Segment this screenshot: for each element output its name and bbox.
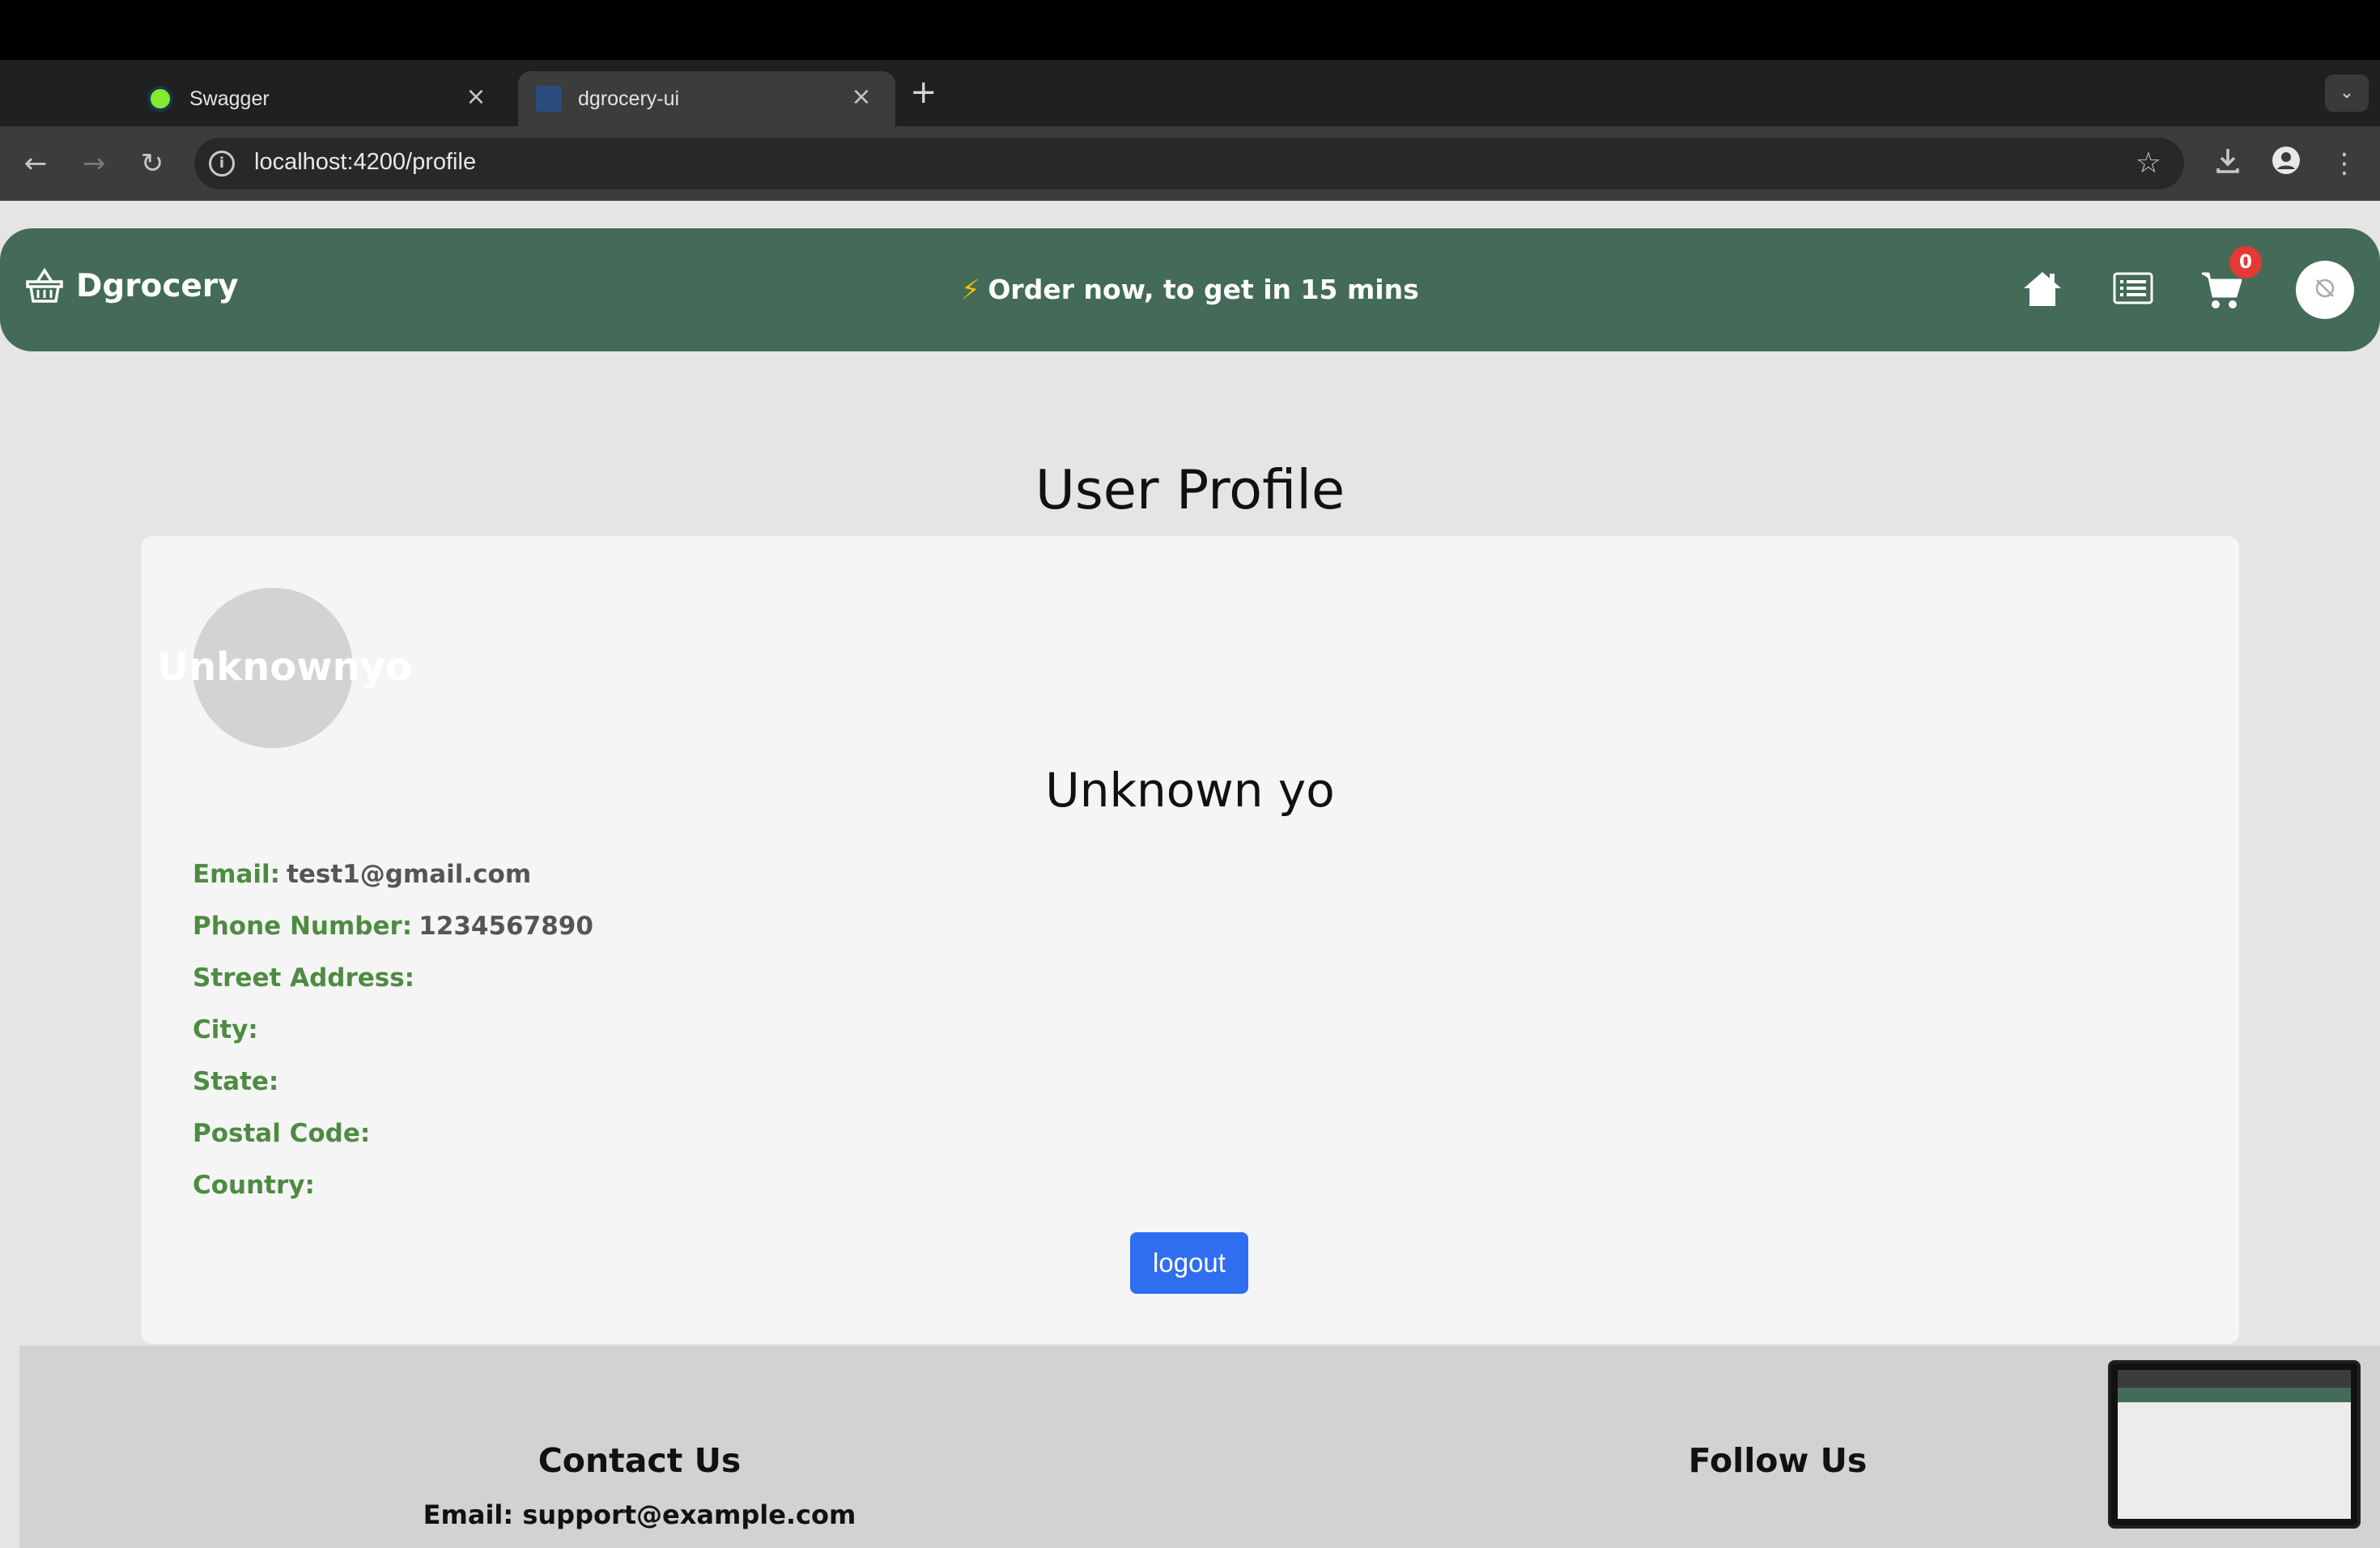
lightning-icon: ⚡ [961,274,980,305]
state-row: State: [193,1067,285,1096]
page-title: User Profile [1035,458,1345,521]
follow-heading: Follow Us [1688,1441,1868,1480]
cart-count-badge: 0 [2229,246,2262,279]
tab-search-chevron-icon[interactable]: ⌄ [2325,74,2369,112]
account-icon[interactable] [2267,144,2306,183]
tab-dgrocery-ui[interactable]: dgrocery-ui × [518,71,895,126]
forward-arrow-icon[interactable]: → [74,144,113,183]
cart-icon[interactable] [2200,270,2242,311]
email-value: test1@gmail.com [287,860,532,889]
city-row: City: [193,1015,265,1044]
close-tab-icon[interactable]: × [848,84,874,110]
tab-title: dgrocery-ui [578,87,680,110]
profile-avatar[interactable] [2296,261,2354,319]
close-tab-icon[interactable]: × [463,84,489,110]
preview-toolbar [2118,1370,2351,1388]
country-row: Country: [193,1171,321,1200]
postal-code-label: Postal Code: [193,1119,371,1148]
phone-value: 1234567890 [419,912,593,941]
site-info-icon[interactable]: i [209,151,235,176]
tab-title: Swagger [189,87,270,110]
user-name: Unknown yo [1045,763,1335,818]
dgrocery-favicon-icon [536,86,562,112]
street-row: Street Address: [193,963,421,993]
no-image-icon [2315,279,2335,298]
more-menu-icon[interactable]: ⋮ [2325,144,2364,183]
contact-email: Email: support@example.com [423,1499,856,1530]
footer: Contact Us Follow Us Email: support@exam… [19,1346,2380,1548]
tab-strip: Swagger × dgrocery-ui × [0,60,2380,126]
url-text[interactable]: localhost:4200/profile [254,149,476,176]
logout-button[interactable]: logout [1130,1232,1248,1294]
reload-icon[interactable]: ↻ [133,144,172,183]
state-label: State: [193,1067,279,1096]
avatar-alt-text: Unknownyo [157,644,412,690]
os-top-bar [0,0,2380,60]
browser-toolbar: ← → ↻ i localhost:4200/profile ☆ ⋮ [0,126,2380,201]
orders-list-icon[interactable] [2113,272,2153,304]
email-label: Email: [193,860,281,889]
phone-row: Phone Number: 1234567890 [193,912,593,941]
app-header: Dgrocery ⚡ Order now, to get in 15 mins 0 [0,228,2380,351]
new-tab-plus-icon[interactable]: + [910,76,937,108]
screenshot-preview-thumbnail[interactable] [2108,1360,2361,1529]
contact-heading: Contact Us [538,1441,742,1480]
street-label: Street Address: [193,963,415,993]
promo-text: Order now, to get in 15 mins [988,274,1419,305]
postal-code-row: Postal Code: [193,1119,376,1148]
country-label: Country: [193,1171,315,1200]
tab-swagger[interactable]: Swagger × [130,71,510,126]
home-icon[interactable] [2022,270,2063,308]
swagger-favicon-icon [147,86,173,112]
email-row: Email: test1@gmail.com [193,860,531,889]
phone-label: Phone Number: [193,912,413,941]
preview-header [2118,1388,2351,1402]
profile-card: Unknownyo Unknown yo Email: test1@gmail.c… [141,536,2239,1344]
address-bar[interactable]: i localhost:4200/profile ☆ [194,138,2184,189]
download-icon[interactable] [2208,144,2247,183]
city-label: City: [193,1015,258,1044]
bookmark-star-icon[interactable]: ☆ [2136,147,2161,180]
back-arrow-icon[interactable]: ← [16,144,55,183]
